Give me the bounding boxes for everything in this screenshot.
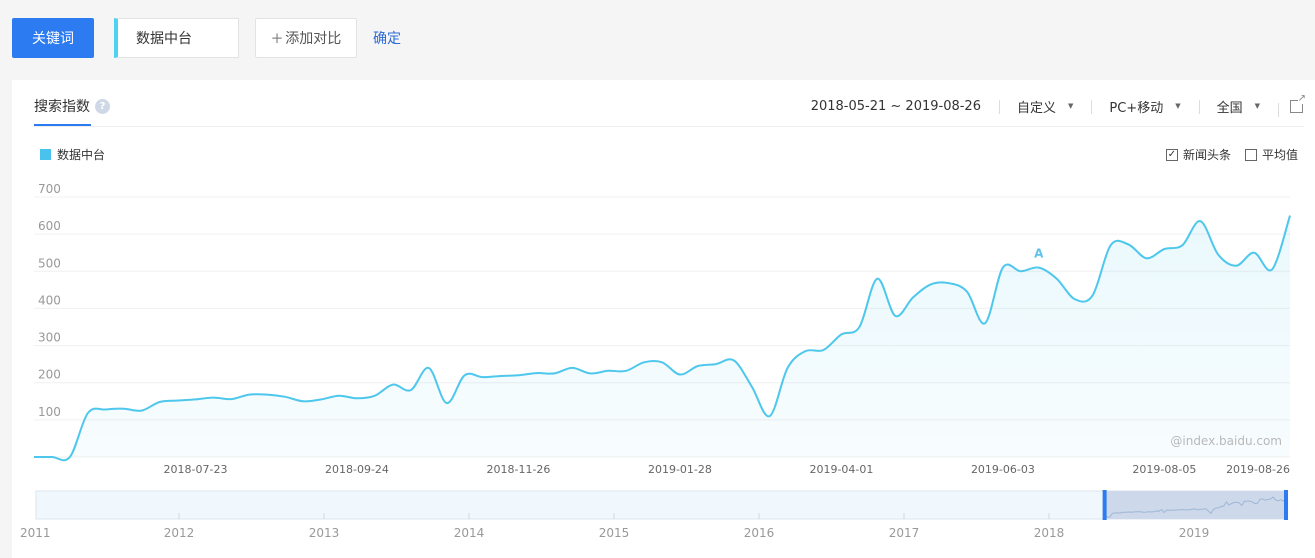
external-link-icon — [1290, 93, 1306, 113]
legend-label: 数据中台 — [57, 148, 106, 162]
region-label: 全国 — [1216, 100, 1243, 116]
plus-icon: + — [270, 29, 284, 47]
caret-down-icon: ▼ — [1254, 102, 1260, 110]
tab-search-index-label: 搜索指数 — [34, 99, 90, 115]
chart-legend[interactable]: 数据中台 — [40, 146, 105, 163]
news-checkbox-box: ✓ — [1165, 148, 1178, 161]
caret-down-icon: ▼ — [1068, 102, 1074, 110]
news-checkbox-label: 新闻头条 — [1182, 148, 1231, 162]
average-checkbox-box — [1244, 148, 1257, 161]
help-icon[interactable]: ? — [95, 98, 110, 114]
chart-panel: 搜索指数 ? 2018-05-21 ~ 2019-08-26 自定义 ▼ PC+… — [12, 80, 1315, 558]
top-toolbar: 关键词 数据中台 + 添加对比 确定 — [0, 0, 1315, 80]
keyword-button[interactable]: 关键词 — [12, 18, 94, 58]
news-checkbox[interactable]: ✓ 新闻头条 — [1165, 146, 1231, 163]
chart-options: ✓ 新闻头条 平均值 — [1152, 146, 1298, 163]
keyword-input-value: 数据中台 — [136, 31, 192, 47]
filter-bar: 2018-05-21 ~ 2019-08-26 自定义 ▼ PC+移动 ▼ 全国… — [793, 93, 1315, 117]
period-select[interactable]: 自定义 ▼ — [998, 97, 1091, 116]
average-checkbox[interactable]: 平均值 — [1244, 146, 1298, 163]
panel-divider — [34, 126, 1304, 127]
keyword-input[interactable]: 数据中台 — [114, 18, 239, 58]
date-range-label: 2018-05-21 ~ 2019-08-26 — [810, 98, 981, 114]
region-select[interactable]: 全国 ▼ — [1198, 97, 1278, 116]
caret-down-icon: ▼ — [1175, 102, 1181, 110]
legend-swatch — [40, 149, 51, 160]
date-range-filter[interactable]: 2018-05-21 ~ 2019-08-26 — [793, 99, 999, 114]
device-label: PC+移动 — [1109, 100, 1164, 116]
period-label: 自定义 — [1016, 100, 1056, 116]
tab-search-index[interactable]: 搜索指数 ? — [34, 96, 110, 116]
average-checkbox-label: 平均值 — [1261, 148, 1298, 162]
add-compare-button[interactable]: + 添加对比 — [255, 18, 357, 58]
confirm-link[interactable]: 确定 — [373, 28, 401, 48]
add-compare-label: 添加对比 — [285, 31, 342, 47]
export-button[interactable] — [1278, 93, 1315, 117]
device-select[interactable]: PC+移动 ▼ — [1091, 97, 1198, 116]
